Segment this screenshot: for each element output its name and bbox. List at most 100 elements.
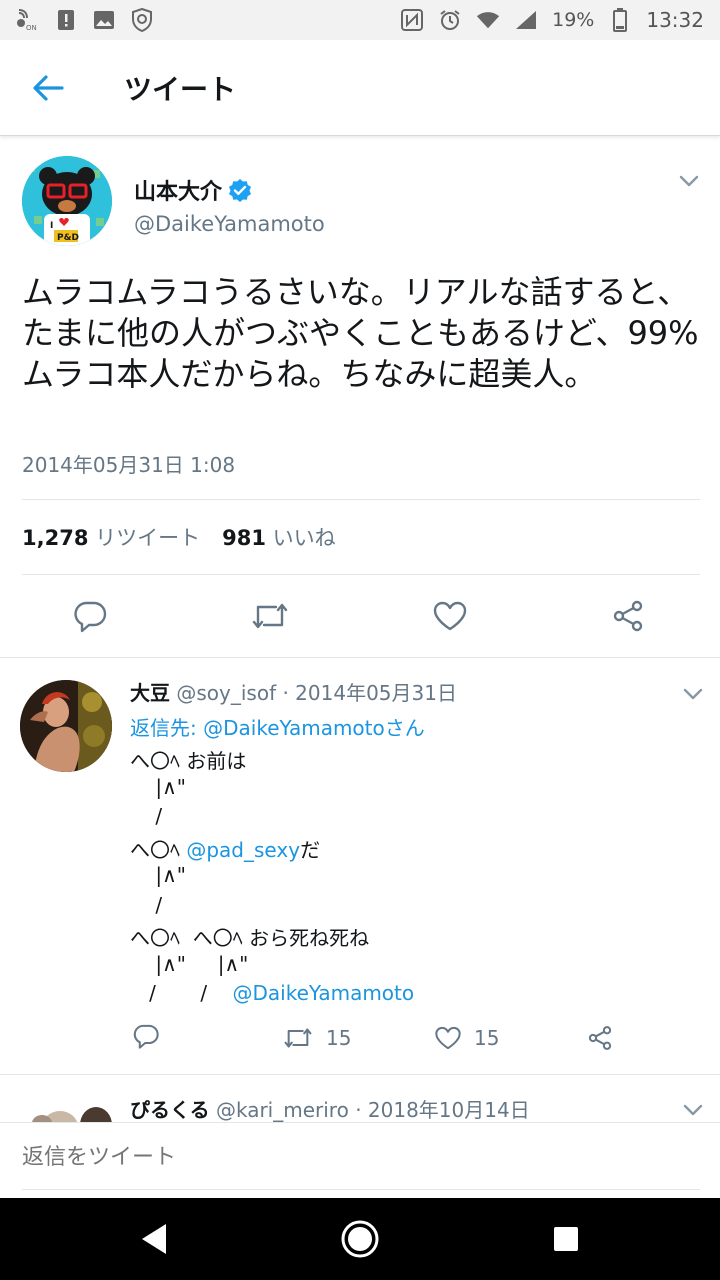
reply-text-line: |∧": [130, 863, 187, 887]
arrow-left-icon: [33, 74, 64, 101]
reply-composer: [0, 1122, 720, 1198]
volte-icon: ON: [16, 9, 40, 31]
svg-text:I: I: [50, 221, 53, 231]
reply-input[interactable]: [22, 1145, 682, 1170]
like-stat[interactable]: 981 いいね: [222, 522, 336, 552]
back-button[interactable]: [0, 40, 96, 136]
reply-retweet-count: 15: [326, 1026, 352, 1050]
reply-avatar[interactable]: [20, 1095, 112, 1125]
author-name-text: 山本大介: [134, 180, 223, 205]
status-right: 19% 13:32: [400, 8, 704, 32]
reply-like-button[interactable]: 15: [434, 1024, 499, 1052]
reply-text-segment: へ〇ﾍ: [130, 838, 187, 862]
page-title: ツイート: [124, 72, 237, 106]
home-circle-icon: [341, 1220, 379, 1258]
share-button[interactable]: [610, 598, 646, 634]
chevron-down-icon[interactable]: [676, 168, 702, 194]
avatar[interactable]: I P&D: [22, 156, 112, 246]
triangle-back-icon: [142, 1224, 166, 1254]
retweet-icon: [284, 1028, 312, 1048]
reply-text-line: |∧": [130, 775, 187, 799]
nav-recents-button[interactable]: [546, 1219, 586, 1259]
reply-text-line: |∧" |∧": [130, 952, 249, 976]
status-left: ON: [16, 8, 154, 32]
reply-author-handle: @kari_meriro: [215, 1098, 349, 1122]
reply-icon: [133, 1024, 159, 1049]
reply-text-line: /: [130, 804, 163, 828]
like-button[interactable]: [432, 598, 468, 634]
reply-avatar[interactable]: [20, 680, 112, 772]
chevron-down-icon[interactable]: [680, 1097, 706, 1123]
reply-author-name[interactable]: 大豆: [130, 681, 170, 705]
avatar-badge-text: P&D: [57, 233, 79, 243]
heart-icon: [435, 1026, 461, 1050]
reply-to-prefix: 返信先:: [130, 716, 204, 740]
reply-icon: [74, 601, 107, 633]
nfc-icon: [400, 9, 424, 31]
chevron-down-icon[interactable]: [680, 681, 706, 707]
like-label: いいね: [272, 526, 336, 550]
reply-share-button[interactable]: [586, 1024, 614, 1052]
shield-icon: [130, 8, 154, 32]
reply-text-segment: / /: [130, 981, 233, 1005]
reply-to-user-link[interactable]: @DaikeYamamoto: [203, 716, 385, 740]
author-display-name[interactable]: 山本大介: [134, 174, 325, 206]
reply-author-handle: @soy_isof: [176, 681, 277, 705]
mention-link[interactable]: @pad_sexy: [186, 838, 300, 862]
author-handle: @DaikeYamamoto: [134, 212, 325, 236]
reply-retweet-button[interactable]: 15: [282, 1024, 351, 1052]
alarm-icon: [438, 9, 462, 31]
heart-icon: [433, 601, 467, 631]
divider: [0, 1074, 720, 1075]
status-bar: ON 19% 13:32: [0, 0, 720, 40]
reply-text-line: / / @DaikeYamamoto: [130, 981, 414, 1005]
signal-icon: [514, 9, 538, 31]
share-icon: [588, 1026, 612, 1050]
reply-text-line: へ〇ﾍ へ〇ﾍ おら死ね死ね: [130, 926, 370, 950]
tweet-text: ムラコムラコうるさいな。リアルな話すると、たまに他の人がつぶやくこともあるけど、…: [22, 273, 699, 393]
tweet-author: I P&D 山本大介 @DaikeYamamoto: [22, 156, 702, 248]
mention-link[interactable]: @DaikeYamamoto: [232, 981, 414, 1005]
wifi-icon: [476, 9, 500, 31]
alert-icon: [54, 9, 78, 31]
image-icon: [92, 9, 116, 31]
reply-text-segment: だ: [300, 838, 321, 862]
reply-text-line: へ〇ﾍ お前は: [130, 749, 247, 773]
reply-date: · 2018年10月14日: [355, 1098, 530, 1122]
divider: [22, 574, 700, 575]
reply-reply-button[interactable]: [132, 1022, 160, 1050]
share-icon: [613, 600, 643, 632]
clock: 13:32: [646, 8, 704, 32]
reply-to-line: 返信先: @DaikeYamamotoさん: [130, 712, 425, 741]
reply-author-name[interactable]: ぴるくる: [130, 1098, 210, 1122]
divider: [22, 499, 700, 500]
reply-text-line: /: [130, 893, 163, 917]
reply-header: ぴるくる @kari_meriro · 2018年10月14日: [130, 1094, 530, 1123]
tweet-timestamp: 2014年05月31日 1:08: [22, 453, 236, 477]
composer-underline: [22, 1189, 700, 1190]
battery-icon: [608, 8, 632, 32]
like-count: 981: [222, 526, 266, 550]
nav-home-button[interactable]: [340, 1219, 380, 1259]
navigation-bar: [0, 1198, 720, 1280]
tweet-actions: [0, 586, 720, 646]
reply-text-line: へ〇ﾍ @pad_sexyだ: [130, 834, 320, 863]
reply-like-count: 15: [474, 1026, 500, 1050]
verified-badge-icon: [229, 179, 252, 202]
nav-back-button[interactable]: [134, 1219, 174, 1259]
author-names: 山本大介 @DaikeYamamoto: [134, 174, 325, 236]
battery-percent: 19%: [552, 9, 595, 31]
retweet-button[interactable]: [250, 598, 290, 634]
reply-to-suffix: さん: [384, 716, 425, 740]
retweet-stat[interactable]: 1,278 リツイート: [22, 522, 200, 552]
square-recents-icon: [554, 1227, 578, 1251]
reply-header: 大豆 @soy_isof · 2014年05月31日: [130, 677, 457, 706]
retweet-icon: [252, 603, 288, 629]
reply-button[interactable]: [72, 598, 108, 634]
tweet-stats: 1,278 リツイート 981 いいね: [22, 522, 336, 552]
svg-text:ON: ON: [26, 24, 37, 31]
retweet-label: リツイート: [95, 526, 201, 550]
divider: [0, 657, 720, 658]
reply-date: · 2014年05月31日: [282, 681, 457, 705]
retweet-count: 1,278: [22, 526, 89, 550]
